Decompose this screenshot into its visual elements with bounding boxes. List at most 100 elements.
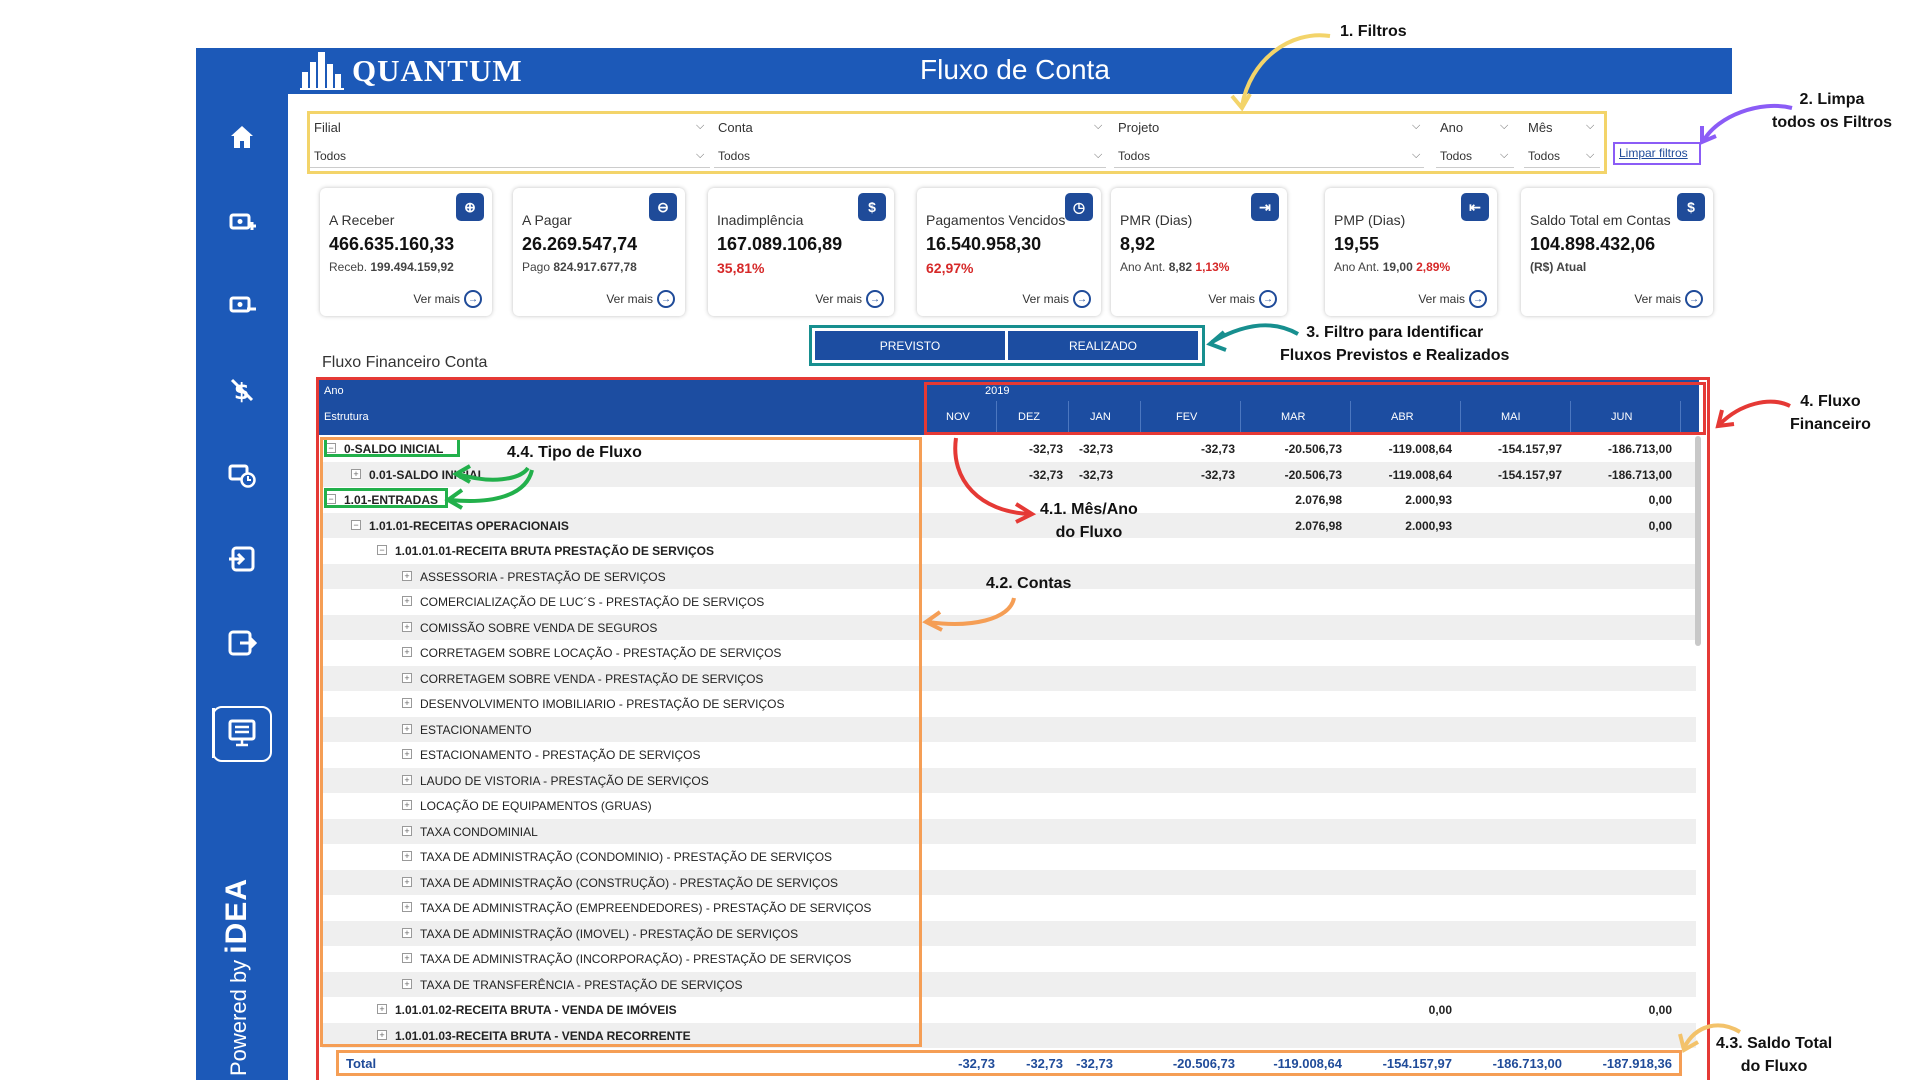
kpi-title: Pagamentos Vencidos <box>926 212 1066 228</box>
kpi-subtext: Pago 824.917.677,78 <box>522 260 637 274</box>
see-more-link[interactable]: Ver mais → <box>413 290 482 308</box>
cash-flow-icon[interactable] <box>222 713 262 753</box>
clear-filters-button[interactable]: Limpar filtros <box>1613 142 1701 165</box>
kpi-sub-prefix: Receb. <box>329 260 368 274</box>
annotation-toggle-line2: Fluxos Previstos e Realizados <box>1280 347 1510 364</box>
kpi-subtext: 35,81% <box>717 260 764 276</box>
overdue-icon: ◷ <box>1065 193 1093 221</box>
kpi-sub-value: (R$) Atual <box>1530 260 1587 274</box>
kpi-value: 8,92 <box>1120 234 1156 254</box>
kpi-title: PMR (Dias) <box>1120 212 1193 228</box>
filter-conta-select[interactable]: Todos <box>714 146 1106 168</box>
see-more-label: Ver mais <box>1022 292 1069 306</box>
see-more-label: Ver mais <box>1208 292 1255 306</box>
see-more-link[interactable]: Ver mais → <box>815 290 884 308</box>
kpi-card[interactable]: $ Saldo Total em Contas 104.898.432,06 (R$… <box>1521 188 1713 316</box>
kpi-card[interactable]: $ Inadimplência 167.089.106,89 35,81% Ver m… <box>708 188 894 316</box>
annotation-total-line1: 4.3. Saldo Total <box>1716 1035 1833 1052</box>
see-more-label: Ver mais <box>1418 292 1465 306</box>
kpi-subtext: 62,97% <box>926 260 973 276</box>
kpi-card[interactable]: ⇥ PMR (Dias) 8,92 Ano Ant. 8,82 1,13% Ver ma… <box>1111 188 1287 316</box>
see-more-link[interactable]: Ver mais → <box>1022 290 1091 308</box>
powered-by-label: Powered by iDEA <box>220 878 254 1076</box>
annotation-filters: 1. Filtros <box>1340 23 1407 40</box>
filter-filial-label: Filial <box>314 120 341 135</box>
kpi-subtext: Ano Ant. 8,82 1,13% <box>1120 260 1229 274</box>
kpi-card[interactable]: ◷ Pagamentos Vencidos 16.540.958,30 62,97%… <box>917 188 1101 316</box>
kpi-sub-prefix: Ano Ant. <box>1334 260 1380 274</box>
see-more-link[interactable]: Ver mais → <box>606 290 675 308</box>
see-more-link[interactable]: Ver mais → <box>1208 290 1277 308</box>
kpi-sub-percent: 1,13% <box>1195 260 1230 274</box>
kpi-subtext: Ano Ant. 19,00 2,89% <box>1334 260 1450 274</box>
dollar-icon: $ <box>1677 193 1705 221</box>
kpi-card[interactable]: ⇤ PMP (Dias) 19,55 Ano Ant. 19,00 2,89% Ver … <box>1325 188 1497 316</box>
chevron-down-icon: ⌵ <box>1586 120 1595 132</box>
annotation-flow-line1: 4. Fluxo <box>1800 393 1861 410</box>
accounts-highlight <box>320 437 922 1047</box>
pmp-icon: ⇤ <box>1461 193 1489 221</box>
kpi-card[interactable]: ⊖ A Pagar 26.269.547,74 Pago 824.917.677,78… <box>513 188 685 316</box>
chevron-down-icon: ⌵ <box>1500 120 1509 132</box>
receivable-icon[interactable] <box>222 202 262 242</box>
pmp-icon[interactable] <box>222 623 262 663</box>
kpi-subtext: (R$) Atual <box>1530 260 1586 274</box>
payable-icon[interactable] <box>222 285 262 325</box>
kpi-sub-value: 8,82 <box>1168 260 1193 274</box>
filters-panel: Filial ⌵ Todos ⌵ Conta ⌵ Todos ⌵ Projeto… <box>307 111 1607 174</box>
chevron-down-icon: ⌵ <box>1094 120 1103 132</box>
arrow-right-circle-icon: → <box>1469 290 1487 308</box>
chevron-down-icon: ⌵ <box>1500 149 1509 161</box>
see-more-label: Ver mais <box>815 292 862 306</box>
kpi-value: 26.269.547,74 <box>522 234 638 254</box>
previsto-button[interactable]: PREVISTO <box>815 331 1005 360</box>
annotation-total-line2: do Fluxo <box>1740 1058 1808 1075</box>
filter-projeto-label: Projeto <box>1118 120 1160 135</box>
kpi-sub-value: 824.917.677,78 <box>553 260 637 274</box>
see-more-link[interactable]: Ver mais → <box>1634 290 1703 308</box>
overdue-icon[interactable] <box>222 455 262 495</box>
chevron-down-icon: ⌵ <box>696 120 705 132</box>
powered-prefix: Powered by <box>226 959 251 1076</box>
kpi-sub-percent: 2,89% <box>1416 260 1451 274</box>
arrow-right-circle-icon: → <box>1259 290 1277 308</box>
kpi-sub-prefix: Ano Ant. <box>1120 260 1166 274</box>
idea-brand: iDEA <box>220 878 253 954</box>
kpi-value: 466.635.160,33 <box>329 234 455 254</box>
arrow-right-circle-icon: → <box>464 290 482 308</box>
chevron-down-icon: ⌵ <box>1412 149 1421 161</box>
annotation-month-line1: 4.1. Mês/Ano <box>1040 501 1138 518</box>
home-icon[interactable] <box>222 117 262 157</box>
chevron-down-icon: ⌵ <box>1412 120 1421 132</box>
kpi-sub-percent: 62,97% <box>926 260 974 276</box>
arrow-right-circle-icon: → <box>866 290 884 308</box>
kpi-title: PMP (Dias) <box>1334 212 1406 228</box>
pmr-icon: ⇥ <box>1251 193 1279 221</box>
logo-text: QUANTUM <box>352 53 523 88</box>
kpi-sub-prefix: Pago <box>522 260 551 274</box>
kpi-sub-value: 199.494.159,92 <box>370 260 454 274</box>
section-title: Fluxo Financeiro Conta <box>322 354 488 371</box>
total-highlight <box>336 1050 1682 1076</box>
kpi-subtext: Receb. 199.494.159,92 <box>329 260 454 274</box>
filter-projeto-select[interactable]: Todos <box>1114 146 1424 168</box>
arrow-right-circle-icon: → <box>1685 290 1703 308</box>
annotation-toggle: 3. Filtro para Identificar Fluxos Previs… <box>1280 321 1509 367</box>
kpi-card[interactable]: ⊕ A Receber 466.635.160,33 Receb. 199.494.1… <box>320 188 492 316</box>
annotation-month-line2: do Fluxo <box>1055 524 1123 541</box>
payable-icon: ⊖ <box>649 193 677 221</box>
annotation-accounts: 4.2. Contas <box>986 575 1072 592</box>
see-more-label: Ver mais <box>1634 292 1681 306</box>
realizado-button[interactable]: REALIZADO <box>1008 331 1198 360</box>
quantum-logo: QUANTUM <box>300 50 523 92</box>
annotation-flow-line2: Financeiro <box>1790 416 1871 433</box>
see-more-link[interactable]: Ver mais → <box>1418 290 1487 308</box>
annotation-clear-line2: todos os Filtros <box>1772 114 1892 131</box>
arrow-right-circle-icon: → <box>657 290 675 308</box>
filter-ano-label: Ano <box>1440 120 1464 135</box>
delinquency-icon[interactable]: $ <box>222 370 262 410</box>
building-logo-icon <box>300 52 344 90</box>
filter-filial-select[interactable]: Todos <box>310 146 710 168</box>
pmr-icon[interactable] <box>222 539 262 579</box>
annotation-flow-type: 4.4. Tipo de Fluxo <box>507 444 642 461</box>
